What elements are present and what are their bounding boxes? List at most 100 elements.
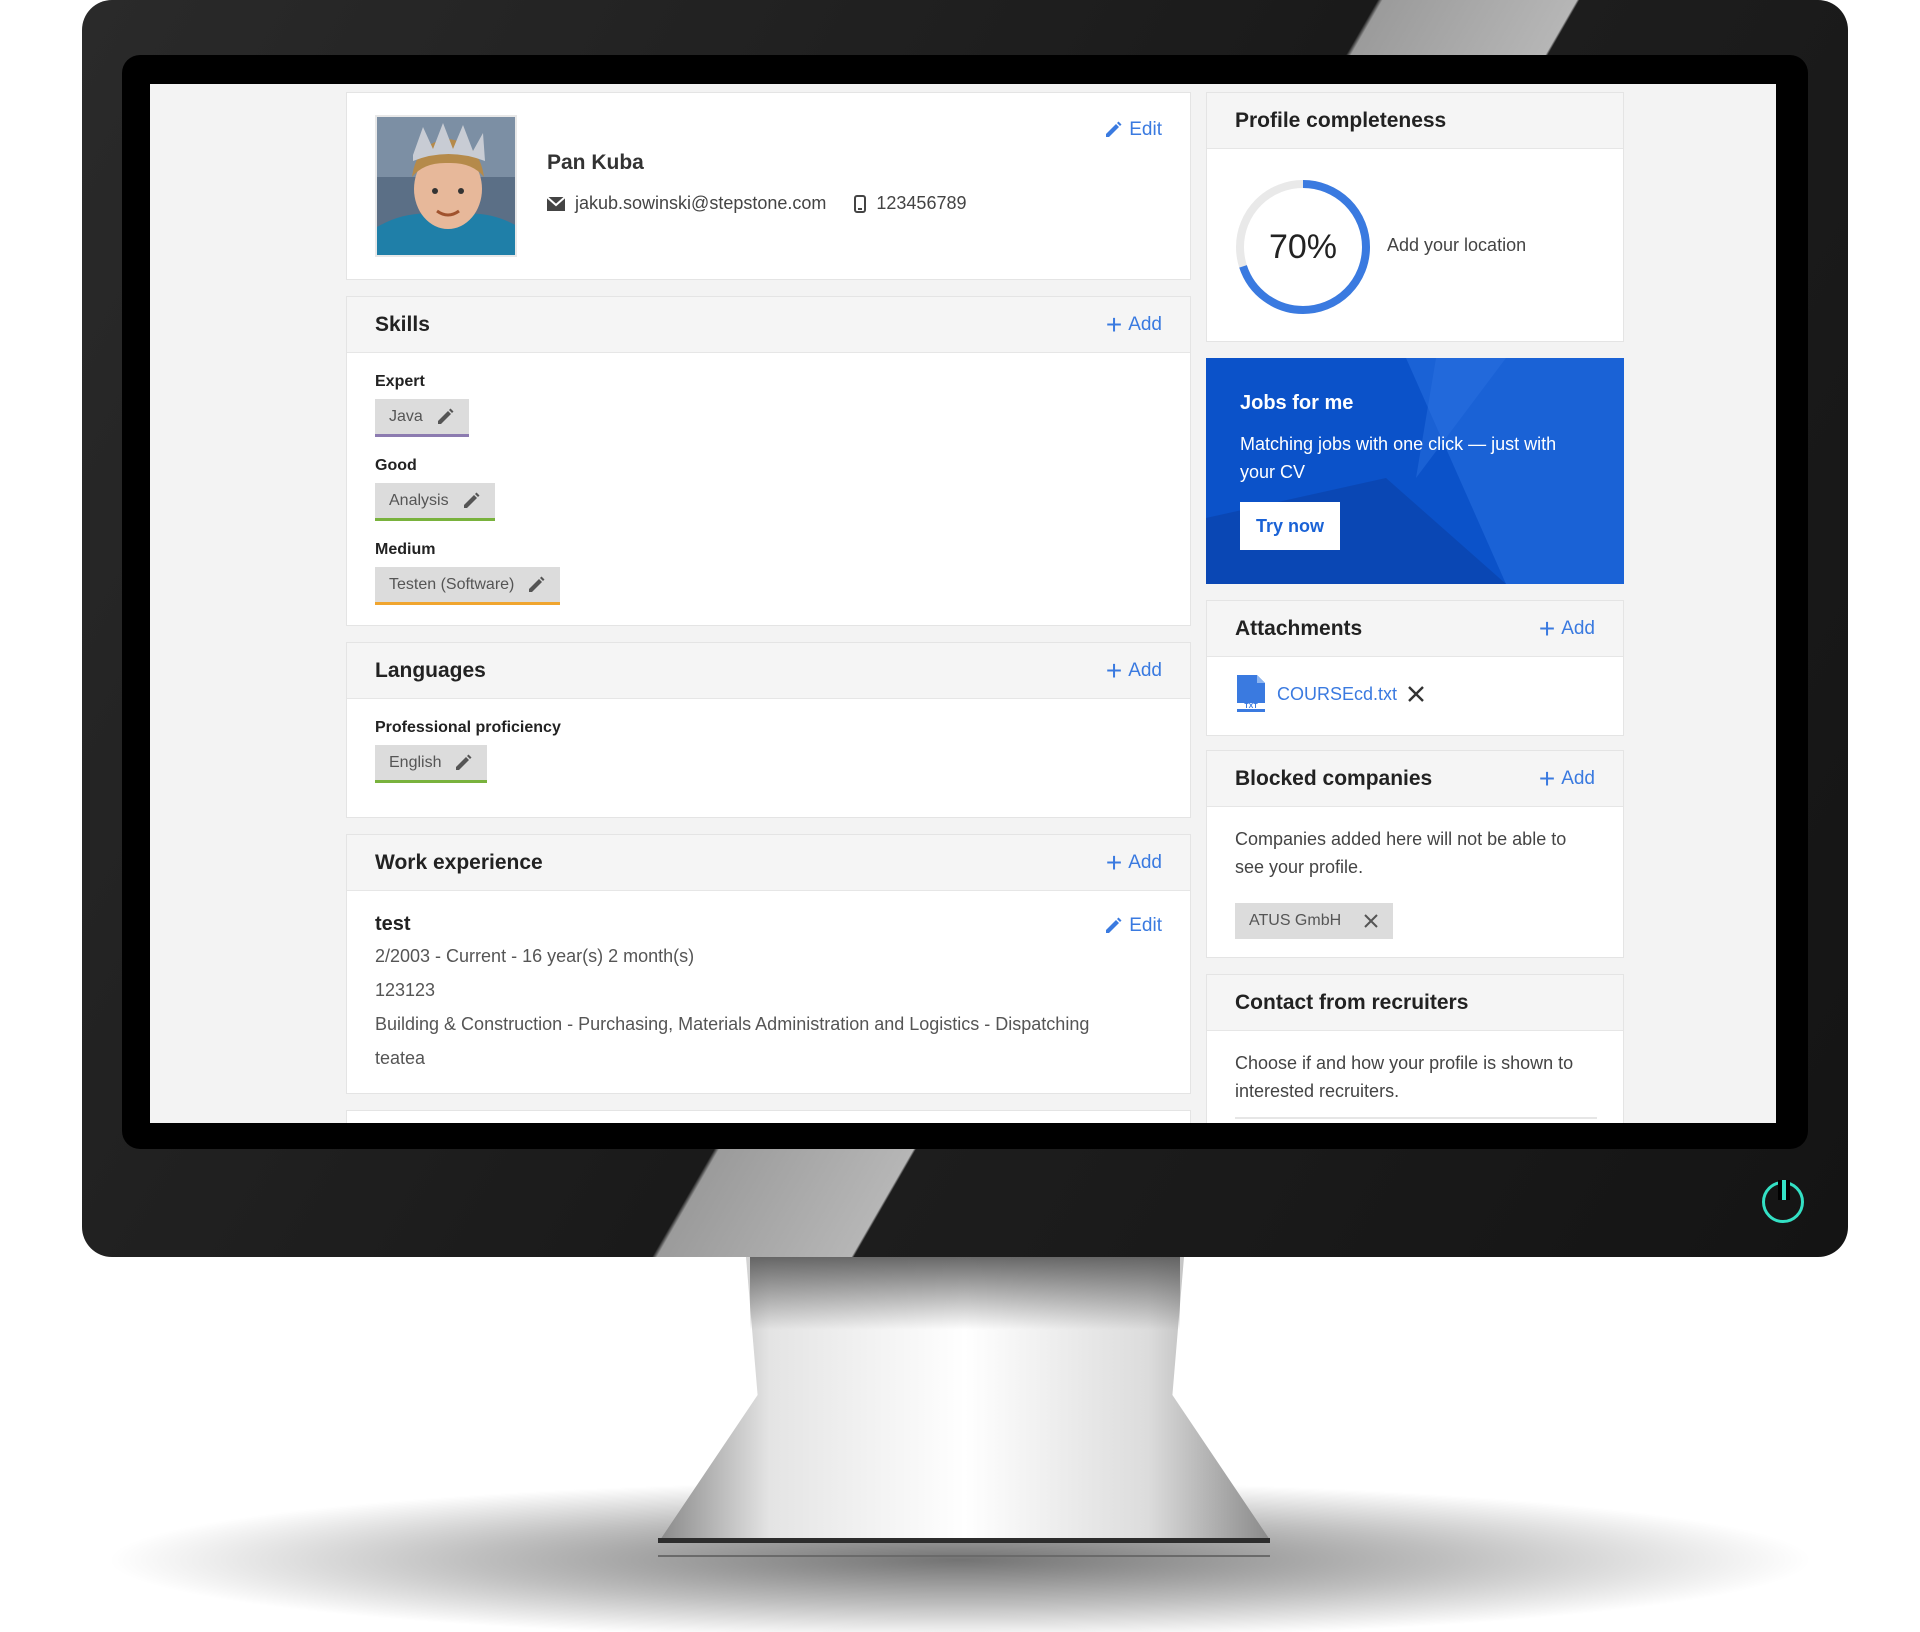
skill-chip-label: Java [389, 407, 423, 425]
blocked-text: Companies added here will not be able to… [1235, 829, 1567, 877]
monitor-base [658, 1538, 1270, 1543]
file-type-label: TXT [1244, 703, 1258, 710]
next-section-card [346, 1110, 1191, 1123]
languages-card: Languages + Add Professional proficiency … [346, 642, 1191, 818]
work-entry: test 2/2003 - Current - 16 year(s) 2 mon… [347, 891, 1190, 1072]
recruiters-header: Contact from recruiters [1207, 975, 1623, 1031]
attachments-add-button[interactable]: + Add [1538, 612, 1595, 644]
job-period: 2/2003 - Current - 16 year(s) 2 month(s) [375, 946, 695, 966]
attachment-row: TXT COURSEcd.txt [1207, 657, 1623, 731]
attachments-card: Attachments + Add TXT COURSEcd.txt [1206, 600, 1624, 736]
profile-email: jakub.sowinski@stepstone.com [575, 193, 827, 213]
work-header: Work experience + Add [347, 835, 1190, 891]
attachment-file-link[interactable]: COURSEcd.txt [1277, 684, 1397, 705]
profile-card: Pan Kuba jakub.sowinski@stepstone.com 12… [346, 92, 1191, 280]
skills-body: Expert Java Good Analysis Medium Testen … [347, 373, 1190, 605]
skill-chip-testen[interactable]: Testen (Software) [375, 567, 561, 605]
txt-file-icon: TXT [1237, 675, 1265, 712]
recruiters-title: Contact from recruiters [1235, 990, 1469, 1014]
pencil-icon[interactable] [461, 491, 481, 511]
blocked-add-label: Add [1561, 767, 1595, 789]
try-now-button[interactable]: Try now [1240, 502, 1341, 550]
blocked-card: Blocked companies + Add Companies added h… [1206, 750, 1624, 958]
plus-icon: + [1538, 762, 1556, 794]
screen: Pan Kuba jakub.sowinski@stepstone.com 12… [150, 84, 1776, 1123]
jobs-banner: Jobs for me Matching jobs with one click… [1206, 358, 1624, 584]
language-chip-label: English [389, 753, 442, 771]
completeness-title: Profile completeness [1235, 108, 1447, 132]
job-title: test [375, 913, 411, 935]
jobs-title: Jobs for me [1240, 392, 1354, 414]
pencil-icon[interactable] [435, 407, 455, 427]
completeness-header: Profile completeness [1207, 93, 1623, 149]
skill-level-good: Good [375, 457, 417, 474]
skills-title: Skills [375, 312, 430, 336]
attachments-title: Attachments [1235, 616, 1363, 640]
close-icon[interactable] [1407, 685, 1425, 703]
job-company: 123123 [375, 980, 436, 1000]
email-icon [547, 196, 565, 211]
blocked-add-button[interactable]: + Add [1538, 762, 1595, 794]
pencil-icon [1106, 917, 1122, 933]
completeness-percent: 70% [1268, 227, 1338, 266]
pencil-icon [1106, 121, 1122, 137]
blocked-header: Blocked companies + Add [1207, 751, 1623, 807]
pencil-icon[interactable] [526, 575, 546, 595]
skill-chip-label: Analysis [389, 491, 449, 509]
completeness-body: 70% Add your location [1207, 149, 1623, 341]
close-icon[interactable] [1363, 913, 1379, 929]
jobs-text: Matching jobs with one click — just with… [1240, 434, 1557, 482]
plus-icon: + [1538, 612, 1556, 644]
completeness-hint[interactable]: Add your location [1387, 235, 1526, 256]
attachments-header: Attachments + Add [1207, 601, 1623, 657]
language-chip-english[interactable]: English [375, 745, 488, 783]
work-title: Work experience [375, 850, 543, 874]
monitor-stand-shadow [750, 1250, 1180, 1330]
attachments-add-label: Add [1561, 617, 1595, 639]
profile-edit-label: Edit [1129, 119, 1162, 140]
recruiters-body: Choose if and how your profile is shown … [1207, 1031, 1623, 1119]
profile-name: Pan Kuba [547, 151, 644, 174]
recruiters-text: Choose if and how your profile is shown … [1235, 1053, 1574, 1101]
job-field: Building & Construction - Purchasing, Ma… [375, 1014, 1090, 1034]
monitor-base-edge [658, 1555, 1270, 1557]
skill-chip-analysis[interactable]: Analysis [375, 483, 495, 521]
work-experience-card: Work experience + Add test 2/2003 - Curre… [346, 834, 1191, 1094]
skills-add-label: Add [1128, 313, 1162, 335]
skill-level-medium: Medium [375, 541, 436, 558]
languages-add-label: Add [1128, 659, 1162, 681]
work-edit-label: Edit [1129, 915, 1162, 936]
pencil-icon[interactable] [453, 753, 473, 773]
blocked-body: Companies added here will not be able to… [1207, 807, 1623, 939]
phone-icon [854, 194, 867, 213]
blocked-title: Blocked companies [1235, 766, 1433, 790]
job-description: teatea [375, 1048, 426, 1068]
blocked-company-label: ATUS GmbH [1249, 912, 1342, 929]
plus-icon: + [1105, 846, 1123, 878]
skills-card: Skills + Add Expert Java Good Analysis Me… [346, 296, 1191, 626]
blocked-company-chip[interactable]: ATUS GmbH [1235, 903, 1394, 939]
work-edit-button[interactable]: Edit [1103, 915, 1162, 937]
skills-add-button[interactable]: + Add [1105, 308, 1162, 340]
work-add-button[interactable]: + Add [1105, 846, 1162, 878]
skill-chip-java[interactable]: Java [375, 399, 469, 437]
languages-header: Languages + Add [347, 643, 1190, 699]
plus-icon: + [1105, 308, 1123, 340]
skill-chip-label: Testen (Software) [389, 575, 515, 593]
languages-title: Languages [375, 658, 486, 682]
languages-body: Professional proficiency English [347, 719, 1190, 783]
language-level: Professional proficiency [375, 719, 561, 736]
work-add-label: Add [1128, 851, 1162, 873]
skill-level-expert: Expert [375, 373, 425, 390]
power-icon[interactable] [1762, 1180, 1804, 1223]
profile-phone: 123456789 [876, 193, 967, 213]
plus-icon: + [1105, 654, 1123, 686]
recruiters-card: Contact from recruiters Choose if and ho… [1206, 974, 1624, 1123]
profile-edit-button[interactable]: Edit [1103, 119, 1162, 141]
completeness-card: Profile completeness 70% Add your locati… [1206, 92, 1624, 342]
recruiters-divider [1235, 1117, 1597, 1119]
contact-row: jakub.sowinski@stepstone.com 123456789 [547, 193, 967, 214]
avatar [375, 115, 517, 257]
skills-header: Skills + Add [347, 297, 1190, 353]
languages-add-button[interactable]: + Add [1105, 654, 1162, 686]
